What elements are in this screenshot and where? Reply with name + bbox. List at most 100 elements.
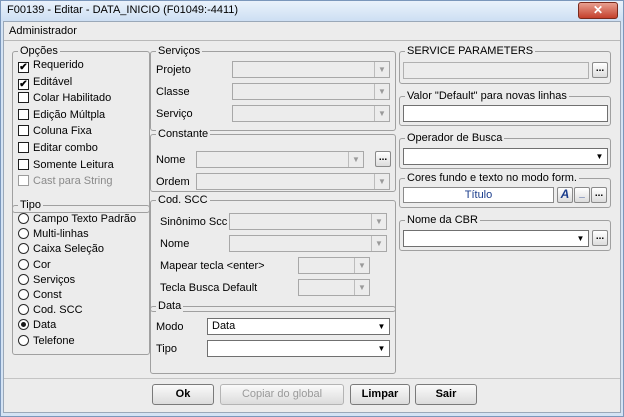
- checkbox[interactable]: [18, 92, 29, 104]
- radio-button[interactable]: [18, 213, 29, 224]
- titulo-color-sample[interactable]: Título: [403, 187, 554, 203]
- underline-icon[interactable]: _: [574, 187, 590, 203]
- service-parameters-group: SERVICE PARAMETERS ...: [399, 44, 611, 84]
- radio-button[interactable]: [18, 243, 29, 255]
- radio-label: Serviços: [33, 273, 76, 286]
- cores-legend: Cores fundo e texto no modo form.: [405, 171, 579, 185]
- radio-button[interactable]: [18, 304, 29, 316]
- chevron-down-icon: ▼: [354, 258, 369, 273]
- radio-button[interactable]: [18, 289, 29, 300]
- opcao-0[interactable]: ✔ Requerido: [18, 58, 84, 73]
- operador-busca-select[interactable]: ▼: [403, 148, 608, 165]
- constante-legend: Constante: [156, 127, 211, 141]
- constante-group: Constante Nome ▼ ... Ordem ▼: [150, 127, 396, 192]
- tipo-option-0[interactable]: Campo Texto Padrão: [18, 212, 136, 227]
- tipo-legend: Tipo: [18, 198, 43, 212]
- tipo-option-7[interactable]: Data: [18, 318, 56, 333]
- opcao-4[interactable]: Coluna Fixa: [18, 124, 92, 139]
- tipo-option-2[interactable]: Caixa Seleção: [18, 242, 104, 257]
- chevron-down-icon: ▼: [374, 174, 389, 189]
- checkbox[interactable]: [18, 142, 29, 153]
- sinonimo-combo[interactable]: ▼: [229, 213, 387, 230]
- checkbox: [18, 175, 29, 187]
- dialog-body: Administrador Opções ✔ Requerido ✔ Editável…: [3, 21, 621, 413]
- window-title: F00139 - Editar - DATA_INICIO (F01049:-4…: [7, 4, 239, 16]
- tipo-option-8[interactable]: Telefone: [18, 334, 75, 349]
- limpar-button[interactable]: Limpar: [350, 384, 410, 405]
- checkbox[interactable]: [18, 125, 29, 137]
- service-parameters-browse-button[interactable]: ...: [592, 62, 608, 78]
- tipo-option-3[interactable]: Cor: [18, 258, 51, 273]
- nome-cbr-browse-button[interactable]: ...: [592, 230, 608, 246]
- footer-separator: [4, 378, 620, 379]
- ordem-label: Ordem: [156, 176, 190, 188]
- copiar-do-global-button[interactable]: Copiar do global: [220, 384, 344, 405]
- radio-button[interactable]: [18, 258, 29, 270]
- tipo-option-6[interactable]: Cod. SCC: [18, 303, 83, 318]
- chevron-down-icon: ▼: [377, 344, 386, 353]
- checkbox[interactable]: [18, 158, 29, 170]
- opcoes-group: Opções ✔ Requerido ✔ Editável Colar Habilita…: [12, 44, 150, 213]
- opcao-7: Cast para String: [18, 174, 112, 189]
- modo-value: Data: [212, 320, 236, 332]
- data-group: Data Modo Data ▼ Tipo ▼: [150, 299, 396, 374]
- radio-button[interactable]: [18, 228, 29, 240]
- more-colors-button[interactable]: ...: [591, 187, 607, 203]
- menu-administrador[interactable]: Administrador: [9, 25, 77, 37]
- cod-scc-legend: Cod. SCC: [156, 193, 210, 207]
- checkbox[interactable]: ✔: [18, 78, 29, 90]
- radio-button[interactable]: [18, 273, 29, 285]
- sair-button[interactable]: Sair: [415, 384, 477, 405]
- nome-cbr-group: Nome da CBR ▼ ...: [399, 213, 611, 251]
- font-icon[interactable]: A: [557, 187, 573, 203]
- radio-label: Data: [33, 319, 57, 332]
- close-button[interactable]: ✕: [578, 2, 618, 19]
- chevron-down-icon: ▼: [374, 62, 389, 77]
- projeto-label: Projeto: [156, 64, 191, 76]
- const-nome-combo[interactable]: ▼: [196, 151, 364, 168]
- projeto-combo[interactable]: ▼: [232, 61, 390, 78]
- chevron-down-icon: ▼: [576, 234, 585, 243]
- servicos-legend: Serviços: [156, 44, 203, 58]
- opcao-6[interactable]: Somente Leitura: [18, 158, 114, 173]
- tipo-option-4[interactable]: Serviços: [18, 273, 75, 288]
- service-parameters-field: [403, 62, 589, 79]
- data-tipo-label: Tipo: [156, 343, 177, 355]
- classe-combo[interactable]: ▼: [232, 83, 390, 100]
- opcao-3[interactable]: Edição Múltpla: [18, 108, 105, 123]
- chevron-down-icon: ▼: [377, 322, 386, 331]
- radio-button[interactable]: [18, 319, 29, 331]
- operador-busca-legend: Operador de Busca: [405, 131, 505, 145]
- scc-nome-combo[interactable]: ▼: [229, 235, 387, 252]
- servico-combo[interactable]: ▼: [232, 105, 390, 122]
- checkbox[interactable]: ✔: [18, 62, 29, 73]
- valor-default-group: Valor "Default" para novas linhas: [399, 89, 611, 126]
- modo-select[interactable]: Data ▼: [207, 318, 390, 335]
- valor-default-input[interactable]: [403, 105, 608, 122]
- checkbox-label: Somente Leitura: [33, 158, 114, 171]
- opcao-5[interactable]: Editar combo: [18, 141, 98, 156]
- ordem-combo[interactable]: ▼: [196, 173, 390, 190]
- radio-button[interactable]: [18, 334, 29, 346]
- checkbox-label: Coluna Fixa: [33, 125, 92, 138]
- mapear-combo[interactable]: ▼: [298, 257, 370, 274]
- chevron-down-icon: ▼: [348, 152, 363, 167]
- radio-label: Cor: [33, 258, 51, 271]
- checkbox[interactable]: [18, 108, 29, 120]
- servico-label: Serviço: [156, 108, 193, 120]
- tecla-busca-combo[interactable]: ▼: [298, 279, 370, 296]
- opcao-2[interactable]: Colar Habilitado: [18, 91, 111, 106]
- ok-button[interactable]: Ok: [152, 384, 214, 405]
- classe-label: Classe: [156, 86, 190, 98]
- ellipsis-icon: ...: [378, 152, 388, 163]
- opcao-1[interactable]: ✔ Editável: [18, 75, 72, 90]
- const-nome-browse-button[interactable]: ...: [375, 151, 391, 167]
- tipo-option-1[interactable]: Multi-linhas: [18, 227, 89, 242]
- close-icon: ✕: [592, 3, 604, 17]
- checkbox-label: Colar Habilitado: [33, 92, 112, 105]
- sinonimo-label: Sinônimo Scc: [160, 216, 228, 228]
- operador-busca-group: Operador de Busca ▼: [399, 131, 611, 169]
- tipo-option-5[interactable]: Const: [18, 288, 62, 303]
- data-tipo-select[interactable]: ▼: [207, 340, 390, 357]
- nome-cbr-select[interactable]: ▼: [403, 230, 589, 247]
